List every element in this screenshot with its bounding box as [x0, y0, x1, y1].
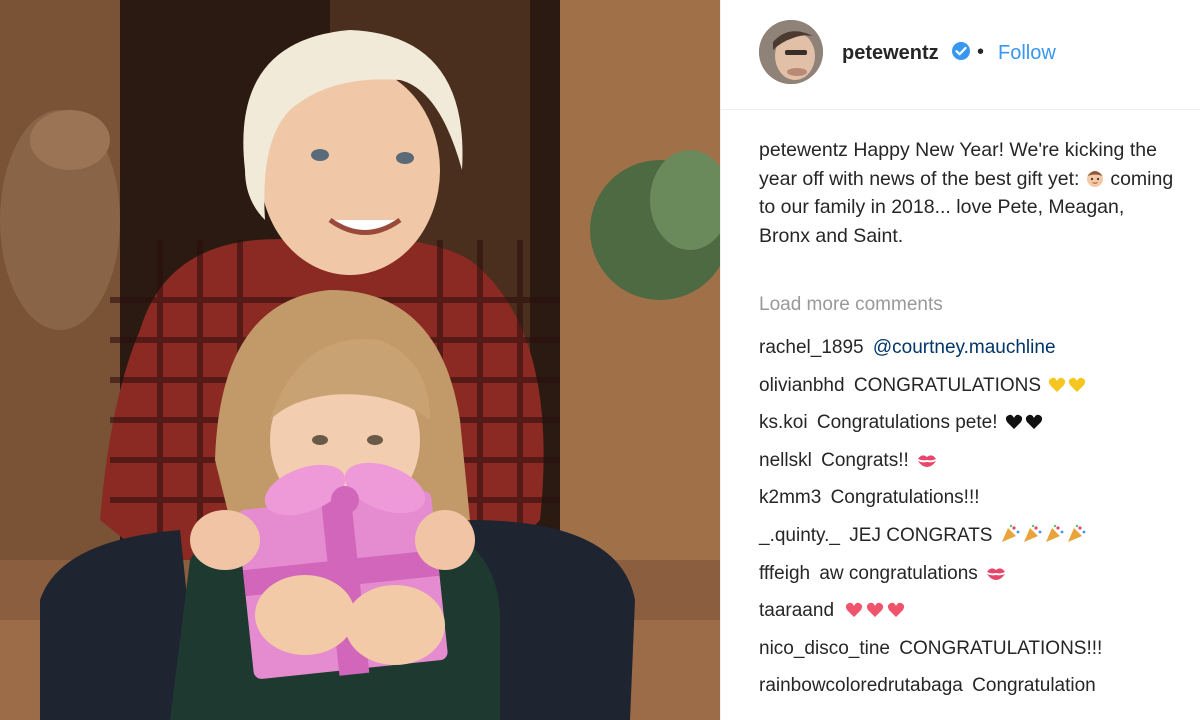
comment-username[interactable]: fffeigh [759, 563, 810, 584]
load-more-comments-link[interactable]: Load more comments [759, 294, 943, 316]
comment-text: JEJ CONGRATS [849, 524, 993, 546]
comment-username[interactable]: rachel_1895 [759, 337, 864, 358]
comment-text: CONGRATULATIONS!!! [899, 637, 1103, 659]
comment-username[interactable]: ks.koi [759, 412, 808, 433]
comment-item: rainbowcoloredrutabaga Congratulation [759, 672, 1199, 710]
post-side-panel: petewentz • Follow petewentz Happy New Y… [720, 0, 1200, 720]
comment-mention-link[interactable]: @courtney.mauchline [873, 337, 1056, 358]
comment-item: k2mm3 Congratulations!!! [759, 484, 1199, 522]
photo-illustration [0, 0, 720, 720]
kiss-mark-icon [916, 450, 938, 478]
avatar-image [759, 20, 823, 84]
comment-text: Congratulation [972, 675, 1096, 697]
comment-username[interactable]: k2mm3 [759, 487, 821, 508]
red-hearts-icon [845, 600, 907, 628]
comment-item: taaraand [759, 597, 1199, 635]
comment-item: nico_disco_tine CONGRATULATIONS!!! [759, 635, 1199, 673]
comment-username[interactable]: nico_disco_tine [759, 638, 890, 659]
follow-button[interactable]: Follow [998, 42, 1056, 65]
post-header: petewentz • Follow [721, 0, 1200, 110]
comment-text: Congratulations pete! [816, 412, 998, 434]
comment-username[interactable]: taaraand [759, 600, 834, 621]
avatar[interactable] [759, 20, 823, 84]
verified-badge-icon [951, 41, 971, 61]
comment-item: olivianbhd CONGRATULATIONS [759, 372, 1199, 410]
comment-username[interactable]: rainbowcoloredrutabaga [759, 675, 963, 696]
comment-item: ks.koi Congratulations pete! [759, 409, 1199, 447]
baby-face-emoji-icon [1085, 168, 1105, 188]
comment-item: _.quinty._ JEJ CONGRATS [759, 522, 1199, 560]
comment-username[interactable]: nellskl [759, 450, 812, 471]
comment-item: rachel_1895 @courtney.mauchline [759, 334, 1199, 372]
kiss-mark-icon [985, 563, 1007, 591]
comment-text: aw congratulations [819, 562, 978, 584]
comments-list: rachel_1895 @courtney.mauchline olivianb… [759, 334, 1199, 710]
comment-username[interactable]: _.quinty._ [759, 525, 840, 546]
comment-text: CONGRATULATIONS [853, 374, 1042, 396]
post-caption: petewentz Happy New Year! We're kicking … [759, 136, 1179, 250]
comment-text: Congratulations!!! [830, 487, 980, 509]
post-photo[interactable] [0, 0, 720, 720]
caption-username[interactable]: petewentz [759, 139, 848, 161]
comment-text: Congrats!! [821, 449, 909, 471]
yellow-hearts-icon [1048, 375, 1088, 403]
black-hearts-icon [1005, 412, 1045, 440]
comment-username[interactable]: olivianbhd [759, 375, 845, 396]
header-separator: • [977, 41, 985, 63]
comment-item: fffeigh aw congratulations [759, 560, 1199, 598]
username-link[interactable]: petewentz [842, 42, 939, 65]
comment-item: nellskl Congrats!! [759, 447, 1199, 485]
party-popper-icon [1000, 524, 1088, 553]
